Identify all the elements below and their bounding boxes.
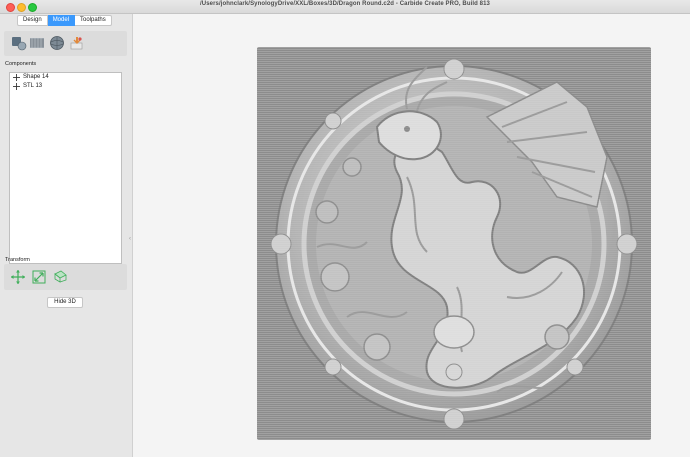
import-stl-icon[interactable] bbox=[69, 35, 85, 51]
panel-splitter-handle[interactable]: ‹ bbox=[129, 236, 131, 242]
list-item[interactable]: Shape 14 bbox=[10, 73, 121, 82]
components-heading: Components bbox=[5, 61, 37, 67]
rotate-icon[interactable] bbox=[52, 268, 68, 284]
scale-icon[interactable] bbox=[31, 269, 47, 285]
sphere-icon[interactable] bbox=[49, 35, 65, 51]
model-toolbar bbox=[4, 31, 127, 56]
window-titlebar: /Users/johnclark/SynologyDrive/XXL/Boxes… bbox=[0, 0, 690, 14]
left-panel: Design Model Toolpaths Components Shape … bbox=[0, 14, 133, 457]
hide-3d-button[interactable]: Hide 3D bbox=[47, 297, 83, 308]
move-cross-icon bbox=[13, 74, 20, 81]
dragon-relief-3d-model[interactable] bbox=[257, 47, 651, 440]
transform-toolbar bbox=[4, 264, 127, 290]
component-label: STL 13 bbox=[23, 83, 43, 89]
move-cross-icon bbox=[13, 83, 20, 90]
tab-model[interactable]: Model bbox=[47, 15, 76, 26]
mode-tabs: Design Model Toolpaths bbox=[17, 15, 112, 26]
list-item[interactable]: STL 13 bbox=[10, 82, 121, 91]
components-list[interactable]: Shape 14 STL 13 bbox=[9, 72, 122, 264]
tab-toolpaths[interactable]: Toolpaths bbox=[75, 15, 112, 26]
texture-icon[interactable] bbox=[29, 35, 45, 51]
tab-design[interactable]: Design bbox=[17, 15, 48, 26]
window-title: /Users/johnclark/SynologyDrive/XXL/Boxes… bbox=[200, 1, 490, 7]
move-icon[interactable] bbox=[10, 269, 26, 285]
component-label: Shape 14 bbox=[23, 74, 49, 80]
transform-heading: Transform bbox=[5, 257, 30, 263]
import-shape-icon[interactable] bbox=[11, 35, 27, 51]
